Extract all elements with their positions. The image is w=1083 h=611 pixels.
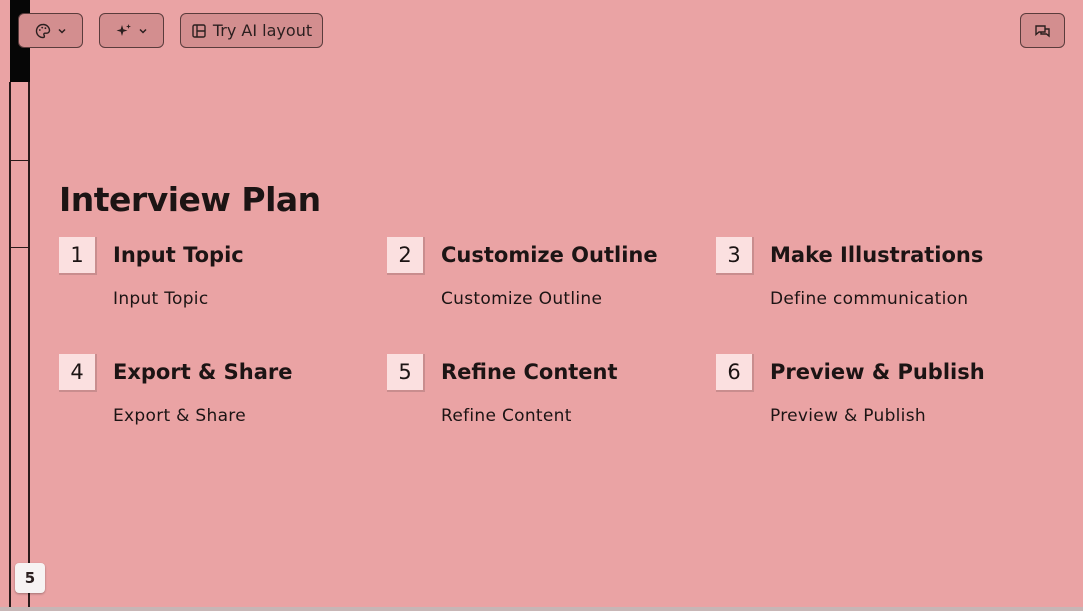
- step-number: 4: [59, 354, 97, 392]
- try-ai-layout-label: Try AI layout: [212, 21, 313, 40]
- step-card: 2 Customize Outline Customize Outline: [387, 237, 687, 317]
- step-card: 1 Input Topic Input Topic: [59, 237, 359, 317]
- layout-icon: [191, 23, 207, 39]
- step-card: 3 Make Illustrations Define communicatio…: [716, 237, 1016, 317]
- slide-bottom-edge: [0, 607, 1083, 611]
- step-title: Export & Share: [113, 360, 293, 384]
- magic-menu-button[interactable]: [99, 13, 164, 48]
- page-number-badge: 5: [15, 563, 45, 593]
- theme-menu-button[interactable]: [18, 13, 83, 48]
- step-number: 6: [716, 354, 754, 392]
- step-number: 5: [387, 354, 425, 392]
- step-description: Customize Outline: [441, 289, 603, 309]
- chevron-down-icon: [138, 26, 148, 36]
- chat-icon: [1034, 23, 1051, 39]
- step-title: Preview & Publish: [770, 360, 985, 384]
- step-card: 6 Preview & Publish Preview & Publish: [716, 354, 1016, 434]
- chat-button[interactable]: [1020, 13, 1065, 48]
- step-title: Refine Content: [441, 360, 618, 384]
- step-title: Customize Outline: [441, 243, 658, 267]
- step-card: 5 Refine Content Refine Content: [387, 354, 687, 434]
- try-ai-layout-button[interactable]: Try AI layout: [180, 13, 323, 48]
- step-number: 3: [716, 237, 754, 275]
- step-description: Refine Content: [441, 406, 572, 426]
- slide-rail-divider: [10, 160, 29, 161]
- slide-rail-border: [9, 82, 11, 611]
- chevron-down-icon: [57, 26, 67, 36]
- step-description: Export & Share: [113, 406, 246, 426]
- slide-title: Interview Plan: [59, 180, 321, 219]
- palette-icon: [35, 23, 51, 39]
- step-number: 2: [387, 237, 425, 275]
- step-title: Make Illustrations: [770, 243, 984, 267]
- step-title: Input Topic: [113, 243, 244, 267]
- slide-rail-divider: [10, 247, 29, 248]
- slide-rail-border: [28, 82, 30, 611]
- sparkle-icon: [116, 23, 132, 39]
- step-description: Input Topic: [113, 289, 209, 309]
- step-number: 1: [59, 237, 97, 275]
- step-description: Define communication: [770, 289, 969, 309]
- step-card: 4 Export & Share Export & Share: [59, 354, 359, 434]
- step-description: Preview & Publish: [770, 406, 926, 426]
